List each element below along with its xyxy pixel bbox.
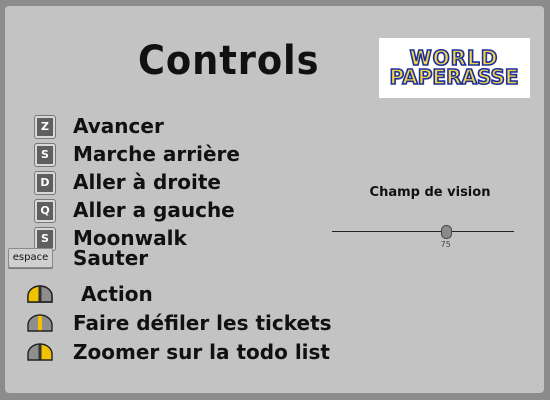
fov-value: 75 [440, 240, 451, 249]
mouse-scroll-icon [27, 314, 53, 332]
key-z-icon: Z [35, 116, 55, 138]
key-s-icon: S [35, 228, 55, 250]
logo-line-2: PAPERASSE [389, 65, 518, 89]
mouse-right-click-icon [27, 343, 53, 361]
control-label: Aller a gauche [73, 198, 235, 222]
fov-slider-area: Champ de vision 75 [330, 185, 515, 255]
control-label: Zoomer sur la todo list [73, 340, 330, 364]
key-s-icon: S [35, 144, 55, 166]
fov-slider-handle[interactable] [440, 225, 452, 239]
control-label: Avancer [73, 114, 164, 138]
control-label: Faire défiler les tickets [73, 311, 332, 335]
mouse-left-click-icon [27, 285, 53, 303]
fov-slider-track[interactable] [332, 231, 514, 232]
key-space-icon: espace [8, 248, 53, 268]
page-title: Controls [138, 38, 320, 84]
fov-label: Champ de vision [369, 185, 491, 200]
control-label: Aller à droite [73, 170, 221, 194]
key-q-icon: Q [35, 200, 55, 222]
control-label: Marche arrière [73, 142, 240, 166]
key-d-icon: D [35, 172, 55, 194]
control-label: Sauter [73, 246, 149, 270]
control-label: Action [81, 282, 153, 306]
game-logo: WORLD PAPERASSE [379, 38, 530, 98]
